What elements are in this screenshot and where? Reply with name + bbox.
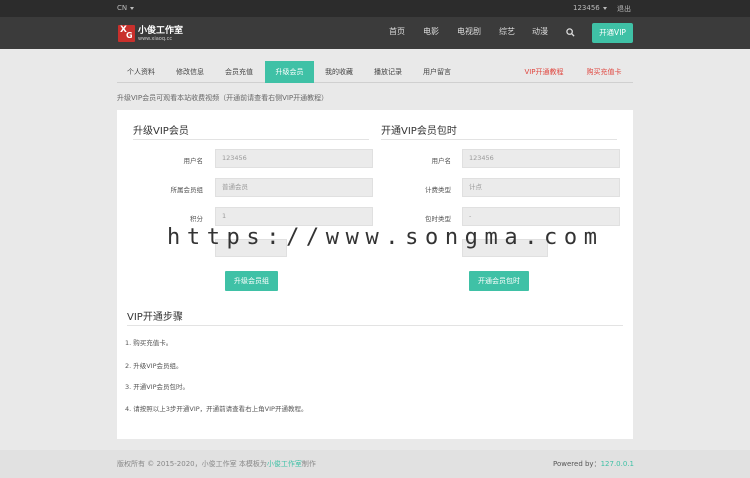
step-item: 3. 开通VIP会员包时。 — [125, 383, 190, 391]
logo-subtitle: www.xiaoq.cc — [138, 35, 173, 42]
logo-title: 小俊工作室 — [138, 25, 184, 36]
language-switcher[interactable]: CN — [117, 4, 135, 12]
top-bar: CN 123456 退出 — [0, 0, 750, 17]
open-package-button[interactable]: 开通会员包时 — [469, 271, 529, 291]
nav-tv-series[interactable]: 电视剧 — [457, 26, 481, 37]
tab-upgrade[interactable]: 升级会员 — [265, 61, 314, 83]
main-panel: 升级VIP会员 用户名 123456 所属会员组 普通会员 积分 1 升级会员组… — [117, 110, 633, 439]
step-item: 4. 请按照以上3步开通VIP，开通前请查看右上角VIP开通教程。 — [125, 405, 308, 413]
upgrade-username-label: 用户名 — [183, 157, 204, 165]
tab-history[interactable]: 播放记录 — [367, 61, 409, 83]
package-type-label: 包时类型 — [425, 215, 451, 223]
nav-movies[interactable]: 电影 — [423, 26, 439, 37]
upgrade-title: 升级VIP会员 — [133, 122, 369, 140]
package-type-field[interactable]: - — [462, 207, 620, 226]
package-title: 开通VIP会员包时 — [381, 122, 617, 140]
upgrade-points-field[interactable]: 1 — [215, 207, 373, 226]
logout-link[interactable]: 退出 — [617, 4, 631, 14]
open-vip-button[interactable]: 开通VIP — [592, 23, 633, 43]
language-label: CN — [117, 4, 128, 12]
logo-text: 小俊工作室 www.xiaoq.cc — [138, 26, 183, 42]
member-tabs: 个人资料 修改信息 会员充值 升级会员 我的收藏 播放记录 用户留言 VIP开通… — [117, 61, 633, 83]
notice-text: 升级VIP会员可观看本站收费视频（开通前请查看右侧VIP开通教程） — [117, 94, 329, 102]
username-label: 123456 — [573, 4, 600, 12]
step-item: 2. 升级VIP会员组。 — [125, 362, 183, 370]
user-menu[interactable]: 123456 — [573, 4, 607, 12]
chevron-down-icon — [130, 6, 135, 10]
footer: 版权所有 © 2015-2020，小俊工作室 本模板为小俊工作室制作 Power… — [0, 450, 750, 478]
tab-favorites[interactable]: 我的收藏 — [318, 61, 360, 83]
upgrade-group-button[interactable]: 升级会员组 — [225, 271, 278, 291]
nav-variety[interactable]: 综艺 — [499, 26, 515, 37]
powered-link[interactable]: 127.0.0.1 — [601, 460, 634, 468]
powered-label: Powered by： — [553, 460, 601, 468]
site-logo[interactable]: X G 小俊工作室 www.xiaoq.cc — [118, 25, 183, 42]
upgrade-group-field[interactable]: 普通会员 — [215, 178, 373, 197]
footer-studio-link[interactable]: 小俊工作室 — [267, 460, 302, 468]
upgrade-group-label: 所属会员组 — [170, 186, 204, 194]
billing-type-field[interactable]: 计点 — [462, 178, 620, 197]
logo-mark-g: G — [126, 31, 133, 40]
step-item: 1. 购买充值卡。 — [125, 339, 173, 347]
package-username-label: 用户名 — [431, 157, 452, 165]
package-username-field[interactable]: 123456 — [462, 149, 620, 168]
footer-copyright: 版权所有 © 2015-2020，小俊工作室 本模板为小俊工作室制作 — [117, 459, 316, 469]
billing-type-label: 计费类型 — [425, 186, 451, 194]
search-icon[interactable] — [566, 28, 575, 37]
upgrade-username-field[interactable]: 123456 — [215, 149, 373, 168]
upgrade-points-label: 积分 — [190, 215, 203, 223]
nav-home[interactable]: 首页 — [389, 26, 405, 37]
copyright-text: 版权所有 © 2015-2020，小俊工作室 本模板为 — [117, 460, 267, 468]
tab-recharge[interactable]: 会员充值 — [218, 61, 260, 83]
watermark-text: https://www.songma.com — [167, 225, 604, 250]
footer-powered: Powered by：127.0.0.1 — [553, 459, 634, 469]
steps-title: VIP开通步骤 — [127, 308, 623, 326]
chevron-down-icon — [602, 6, 607, 10]
logo-mark: X G — [118, 25, 135, 42]
copyright-suffix: 制作 — [301, 460, 316, 468]
tab-messages[interactable]: 用户留言 — [416, 61, 458, 83]
tab-profile[interactable]: 个人资料 — [120, 61, 162, 83]
vip-tutorial-link[interactable]: VIP开通教程 — [521, 61, 567, 83]
nav-anime[interactable]: 动漫 — [532, 26, 548, 37]
buy-card-link[interactable]: 购买充值卡 — [581, 61, 627, 83]
tab-edit-info[interactable]: 修改信息 — [169, 61, 211, 83]
header-nav: X G 小俊工作室 www.xiaoq.cc 首页 电影 电视剧 综艺 动漫 开… — [0, 17, 750, 49]
